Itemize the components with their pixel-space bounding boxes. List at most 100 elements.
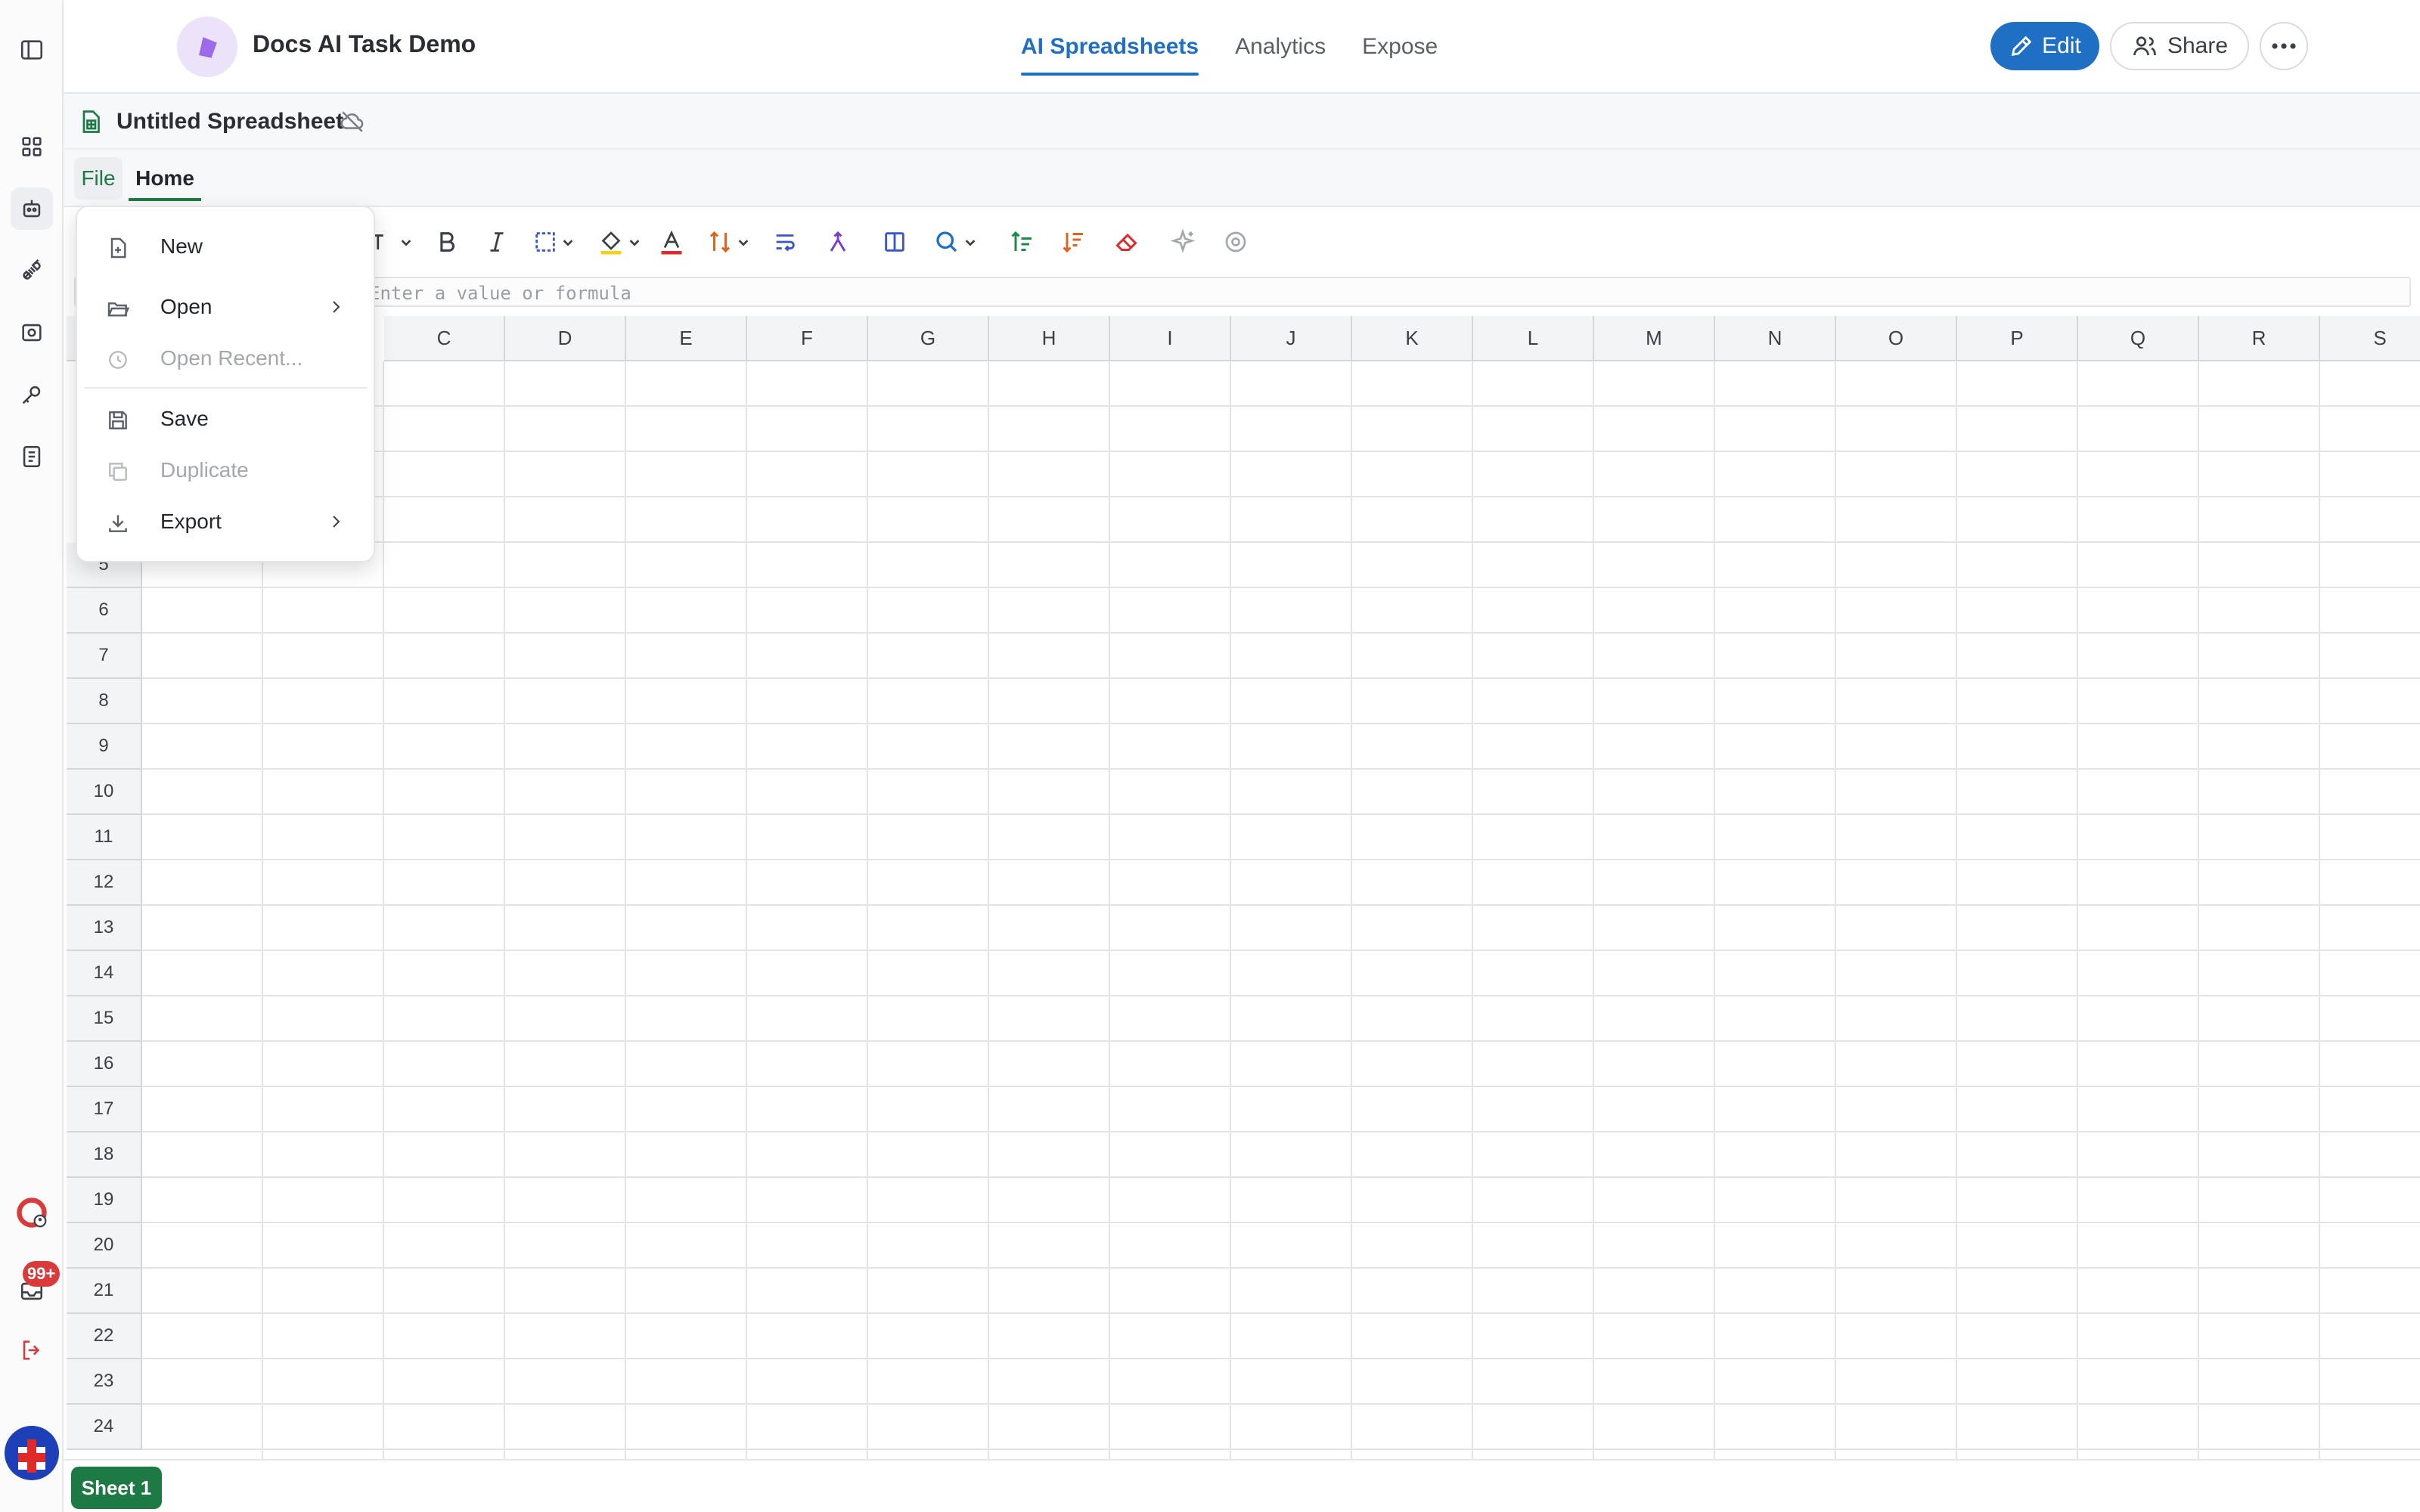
tab-analytics[interactable]: Analytics	[1235, 0, 1326, 94]
column-header[interactable]: S	[2320, 316, 2420, 361]
row-header[interactable]: 20	[67, 1223, 142, 1269]
menu-item-label: Duplicate	[160, 458, 249, 482]
document-title[interactable]: Untitled Spreadsheet	[116, 109, 343, 135]
text-color-icon[interactable]	[658, 225, 685, 259]
sort-asc-icon[interactable]	[1009, 225, 1036, 259]
row-header[interactable]: 14	[67, 951, 142, 996]
menu-item-open[interactable]: Open	[77, 281, 374, 333]
row-header[interactable]: 11	[67, 815, 142, 860]
menu-item-open-recent: Open Recent...	[77, 333, 374, 384]
row-header[interactable]: 17	[67, 1087, 142, 1132]
menu-item-label: Save	[160, 407, 209, 430]
column-header[interactable]: M	[1594, 316, 1715, 361]
row-header[interactable]: 23	[67, 1359, 142, 1405]
more-options-icon[interactable]	[2260, 22, 2308, 70]
row-header[interactable]: 22	[67, 1314, 142, 1359]
menu-item-label: New	[160, 234, 203, 258]
menu-item-label: Export	[160, 510, 222, 533]
column-header[interactable]: H	[989, 316, 1110, 361]
tab-ai-spreadsheets[interactable]: AI Spreadsheets	[1021, 0, 1199, 94]
formatting-toolbar	[64, 207, 2420, 275]
sparkle-icon[interactable]	[1169, 225, 1196, 259]
download-icon	[106, 511, 130, 535]
column-header[interactable]: L	[1473, 316, 1594, 361]
duplicate-icon	[106, 460, 130, 484]
spreadsheet-grid[interactable]: CDEFGHIJKLMNOPQRS 5 6 7 8 9 10 11 12 13 14 15 16 17 1…	[67, 316, 2420, 1459]
inbox-badge: 99+	[23, 1261, 60, 1287]
sheet-tab-1[interactable]: Sheet 1	[71, 1467, 162, 1509]
column-header[interactable]: N	[1715, 316, 1836, 361]
row-header[interactable]: 18	[67, 1132, 142, 1178]
logout-icon[interactable]	[11, 1329, 53, 1371]
cell-area[interactable]	[142, 361, 2420, 1459]
menu-item-save[interactable]: Save	[77, 393, 374, 445]
menu-item-new[interactable]: New	[77, 221, 374, 272]
sort-icon[interactable]	[706, 225, 750, 259]
share-button[interactable]: Share	[2110, 22, 2249, 70]
cloud-off-icon	[339, 109, 366, 135]
search-icon[interactable]	[933, 225, 977, 259]
folder-open-icon	[106, 296, 130, 321]
bold-icon[interactable]	[434, 225, 460, 259]
sort-desc-icon[interactable]	[1060, 225, 1087, 259]
row-header[interactable]: 12	[67, 860, 142, 906]
row-header[interactable]: 6	[67, 588, 142, 634]
column-header[interactable]: P	[1957, 316, 2078, 361]
top-header: Docs AI Task Demo AI Spreadsheets Analyt…	[64, 0, 2420, 94]
edit-button[interactable]: Edit	[1990, 22, 2099, 70]
column-header[interactable]: J	[1231, 316, 1352, 361]
key-icon[interactable]	[11, 373, 53, 416]
row-header[interactable]: 8	[67, 679, 142, 724]
column-header[interactable]: Q	[2078, 316, 2199, 361]
eraser-icon[interactable]	[1113, 225, 1142, 259]
row-header[interactable]: 24	[67, 1405, 142, 1450]
sheet-tab-bar: Sheet 1	[64, 1459, 2420, 1512]
chevron-right-icon	[327, 513, 345, 531]
menu-item-export[interactable]: Export	[77, 496, 374, 547]
row-header[interactable]: 13	[67, 906, 142, 951]
target-icon[interactable]	[1222, 225, 1249, 259]
avatar[interactable]	[5, 1426, 59, 1480]
share-label: Share	[2167, 33, 2229, 58]
merge-icon[interactable]	[824, 225, 852, 259]
border-icon[interactable]	[532, 225, 575, 259]
users-icon	[2131, 33, 2158, 60]
notebook-icon[interactable]	[11, 435, 53, 478]
row-header[interactable]: 9	[67, 724, 142, 770]
column-header[interactable]: E	[626, 316, 747, 361]
home-menu-tab[interactable]: Home	[129, 157, 201, 201]
column-header[interactable]: C	[384, 316, 505, 361]
column-header[interactable]: D	[505, 316, 626, 361]
fill-color-icon[interactable]	[597, 225, 641, 259]
row-header[interactable]: 19	[67, 1178, 142, 1223]
row-header[interactable]: 21	[67, 1269, 142, 1314]
sidebar-toggle-icon[interactable]	[11, 29, 53, 71]
column-header[interactable]: F	[747, 316, 868, 361]
columns-icon[interactable]	[882, 225, 908, 259]
row-header[interactable]: 15	[67, 996, 142, 1042]
file-plus-icon	[106, 236, 130, 260]
row-header[interactable]: 7	[67, 634, 142, 679]
robot-icon[interactable]	[11, 187, 53, 230]
column-header[interactable]: K	[1352, 316, 1473, 361]
grid-icon[interactable]	[11, 125, 53, 168]
clock-icon	[106, 348, 130, 372]
scan-icon[interactable]	[11, 311, 53, 354]
formula-bar[interactable]: Enter a value or formula	[74, 277, 2411, 307]
edit-label: Edit	[2042, 33, 2081, 58]
italic-icon[interactable]	[484, 225, 510, 259]
menu-item-label: Open	[160, 295, 213, 318]
row-header[interactable]: 10	[67, 770, 142, 815]
column-header[interactable]: O	[1836, 316, 1957, 361]
row-header[interactable]: 16	[67, 1042, 142, 1087]
plug-icon[interactable]	[11, 249, 53, 292]
column-header[interactable]: R	[2199, 316, 2320, 361]
wrap-icon[interactable]	[771, 225, 799, 259]
file-menu-tab[interactable]: File	[74, 157, 123, 200]
column-header[interactable]: I	[1110, 316, 1231, 361]
app-logo[interactable]	[177, 17, 237, 77]
pencil-icon	[2009, 33, 2034, 59]
tab-expose[interactable]: Expose	[1362, 0, 1438, 94]
column-header[interactable]: G	[868, 316, 989, 361]
lifebuoy-icon[interactable]	[11, 1191, 53, 1234]
